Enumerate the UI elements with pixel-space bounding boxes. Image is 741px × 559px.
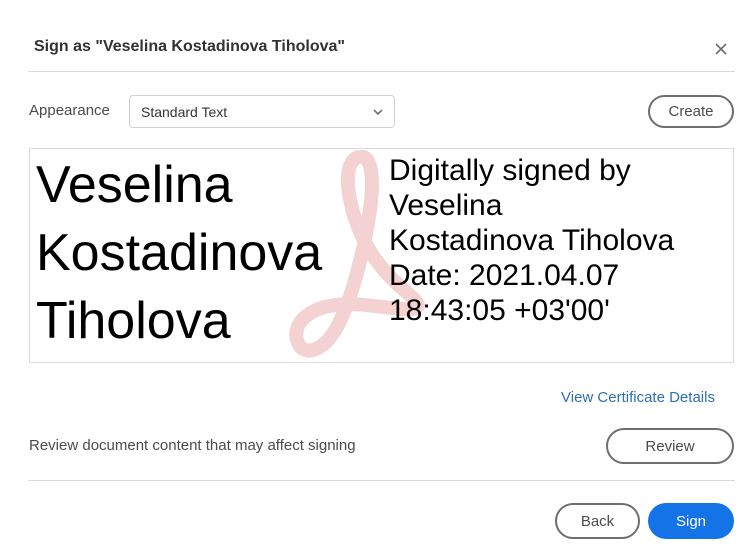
signature-name-line: Kostadinova [36, 224, 323, 282]
signature-name-line: Tiholova [36, 292, 231, 350]
appearance-select[interactable]: Standard Text [129, 95, 395, 128]
signature-detail-line: 18:43:05 +03'00' [389, 294, 610, 327]
view-certificate-details-link[interactable]: View Certificate Details [561, 389, 715, 406]
signature-details: Digitally signed by Veselina Kostadinova… [389, 153, 674, 328]
sign-button[interactable]: Sign [648, 503, 734, 539]
sign-dialog: Sign as "Veselina Kostadinova Tiholova" … [0, 0, 741, 559]
appearance-label: Appearance [29, 102, 110, 119]
review-button[interactable]: Review [606, 428, 734, 464]
chevron-down-icon [373, 109, 383, 116]
close-button[interactable] [708, 36, 734, 62]
signature-preview: Veselina Kostadinova Tiholova Digitally … [29, 148, 734, 363]
back-button[interactable]: Back [555, 503, 640, 539]
footer-divider [28, 480, 735, 481]
signature-detail-line: Digitally signed by [389, 154, 631, 187]
signature-detail-line: Kostadinova Tiholova [389, 224, 675, 257]
signature-detail-line: Veselina [389, 189, 503, 222]
create-button[interactable]: Create [648, 95, 734, 128]
appearance-selected-value: Standard Text [141, 103, 228, 120]
signature-name: Veselina Kostadinova Tiholova [36, 151, 322, 355]
header-divider [28, 71, 735, 72]
review-message: Review document content that may affect … [29, 437, 356, 454]
dialog-title: Sign as "Veselina Kostadinova Tiholova" [34, 38, 345, 55]
close-icon [715, 43, 727, 55]
signature-name-line: Veselina [36, 156, 233, 214]
signature-detail-line: Date: 2021.04.07 [389, 259, 620, 292]
